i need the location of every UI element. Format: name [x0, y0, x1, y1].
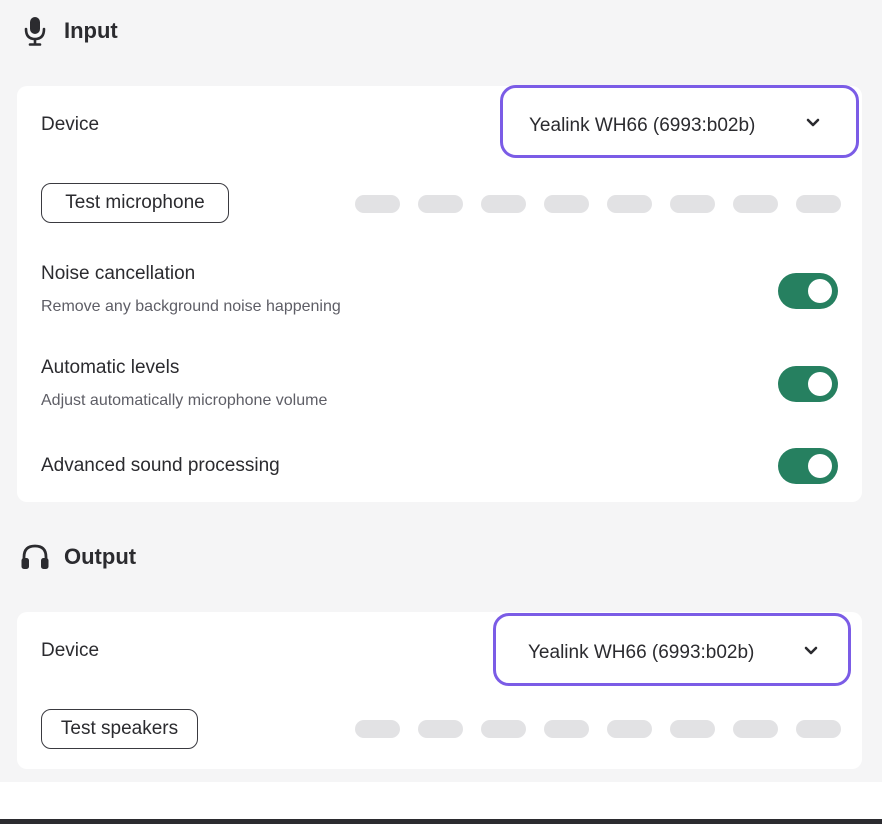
- meter-segment: [544, 195, 589, 213]
- input-device-label: Device: [41, 114, 100, 135]
- output-section-title: Output: [64, 544, 137, 569]
- chevron-down-icon: [804, 644, 818, 656]
- meter-segment: [607, 720, 652, 738]
- meter-segment: [418, 720, 463, 738]
- meter-segment: [796, 720, 841, 738]
- microphone-level-meter: [355, 195, 841, 213]
- output-settings-card: Device Yealink WH66 (6993:b02b) Test spe…: [17, 612, 862, 769]
- automatic-levels-label: Automatic levels: [41, 357, 180, 378]
- speaker-level-meter: [355, 720, 841, 738]
- toggle-knob: [808, 279, 832, 303]
- test-microphone-button[interactable]: Test microphone: [41, 183, 229, 223]
- meter-segment: [481, 720, 526, 738]
- bottom-divider: [0, 819, 882, 824]
- chevron-down-icon: [806, 116, 820, 128]
- meter-segment: [670, 720, 715, 738]
- meter-segment: [733, 720, 778, 738]
- input-section-header: Input: [20, 16, 118, 46]
- noise-cancellation-toggle[interactable]: [778, 273, 838, 309]
- meter-segment: [544, 720, 589, 738]
- microphone-icon: [20, 16, 50, 46]
- output-section-header: Output: [20, 542, 136, 572]
- meter-segment: [670, 195, 715, 213]
- noise-cancellation-label: Noise cancellation: [41, 263, 196, 284]
- noise-cancellation-description: Remove any background noise happening: [41, 298, 341, 315]
- input-settings-card: Device Yealink WH66 (6993:b02b) Test mic…: [17, 85, 862, 502]
- meter-segment: [355, 195, 400, 213]
- automatic-levels-description: Adjust automatically microphone volume: [41, 392, 328, 409]
- meter-segment: [481, 195, 526, 213]
- advanced-sound-processing-toggle[interactable]: [778, 448, 838, 484]
- toggle-knob: [808, 454, 832, 478]
- headphones-icon: [20, 542, 50, 572]
- toggle-knob: [808, 372, 832, 396]
- automatic-levels-toggle[interactable]: [778, 366, 838, 402]
- input-device-select[interactable]: Yealink WH66 (6993:b02b): [500, 85, 859, 158]
- meter-segment: [355, 720, 400, 738]
- output-device-select[interactable]: Yealink WH66 (6993:b02b): [493, 613, 851, 686]
- test-speakers-button[interactable]: Test speakers: [41, 709, 198, 749]
- output-device-value: Yealink WH66 (6993:b02b): [528, 642, 755, 663]
- input-device-value: Yealink WH66 (6993:b02b): [529, 115, 756, 136]
- input-section-title: Input: [64, 18, 118, 43]
- output-device-label: Device: [41, 640, 100, 661]
- meter-segment: [796, 195, 841, 213]
- footer-area: [0, 782, 882, 819]
- meter-segment: [733, 195, 778, 213]
- advanced-sound-processing-label: Advanced sound processing: [41, 455, 280, 476]
- meter-segment: [418, 195, 463, 213]
- meter-segment: [607, 195, 652, 213]
